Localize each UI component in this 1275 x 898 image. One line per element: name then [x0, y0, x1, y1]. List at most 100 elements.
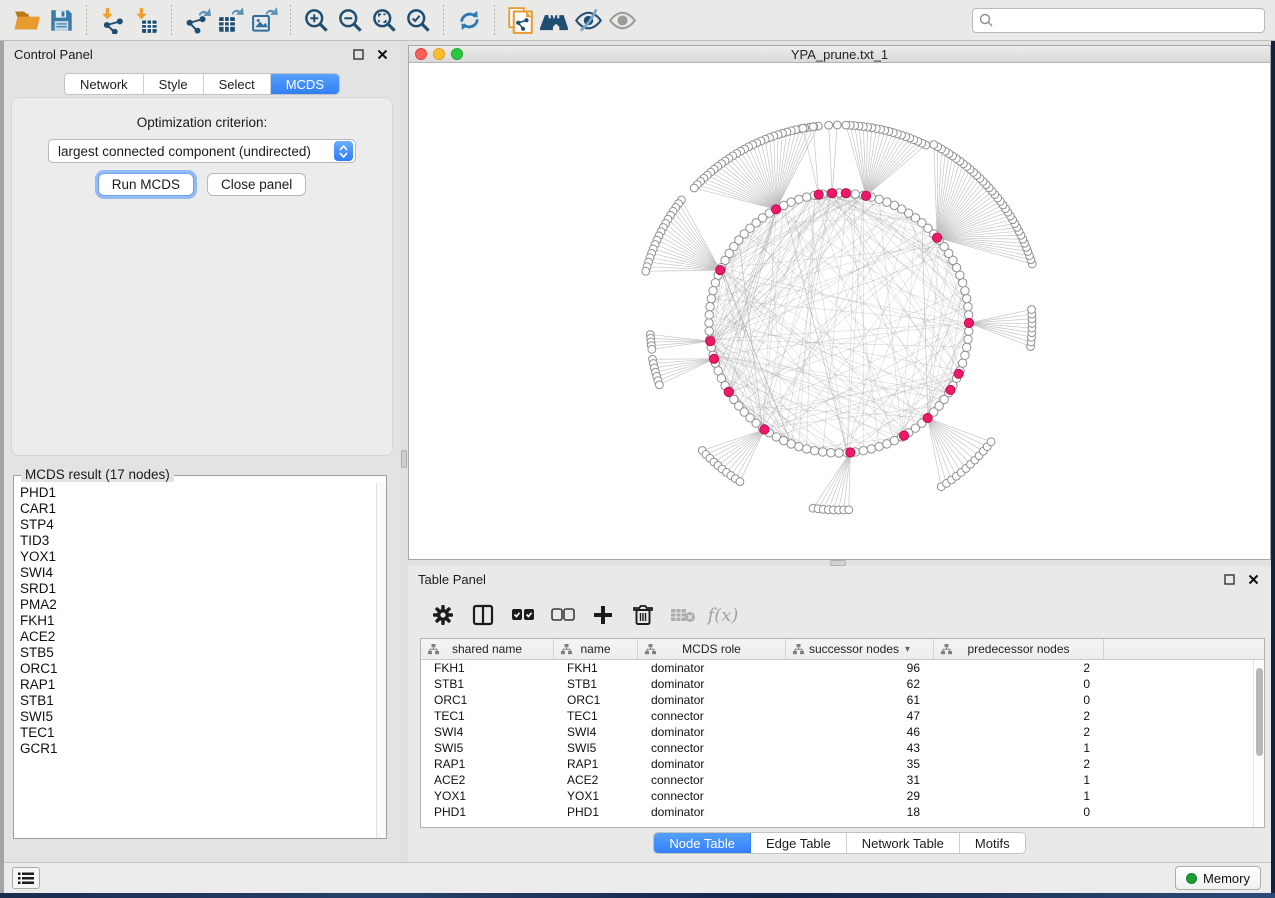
columns-icon[interactable]: [470, 602, 496, 628]
task-history-button[interactable]: [12, 867, 40, 889]
show-graphics-details-icon[interactable]: [605, 4, 639, 36]
cell-predecessor_nodes[interactable]: 1: [934, 740, 1104, 756]
cell-successor_nodes[interactable]: 61: [786, 692, 934, 708]
cell-name[interactable]: ORC1: [554, 692, 638, 708]
export-network-icon[interactable]: [180, 4, 214, 36]
mcds-result-item[interactable]: YOX1: [14, 549, 376, 565]
table-row[interactable]: YOX1YOX1connector291: [421, 788, 1253, 804]
mcds-result-item[interactable]: TEC1: [14, 725, 376, 741]
mcds-result-item[interactable]: RAP1: [14, 677, 376, 693]
cell-mcds_role[interactable]: connector: [638, 740, 786, 756]
float-panel-icon[interactable]: [1221, 571, 1237, 587]
cell-predecessor_nodes[interactable]: 0: [934, 804, 1104, 820]
cell-shared_name[interactable]: FKH1: [421, 660, 554, 676]
cell-mcds_role[interactable]: dominator: [638, 724, 786, 740]
cell-shared_name[interactable]: SWI5: [421, 740, 554, 756]
cell-mcds_role[interactable]: dominator: [638, 676, 786, 692]
mcds-result-scrollbar[interactable]: [376, 483, 386, 838]
gear-icon[interactable]: [430, 602, 456, 628]
column-header-name[interactable]: name: [554, 639, 638, 659]
cell-successor_nodes[interactable]: 31: [786, 772, 934, 788]
cell-mcds_role[interactable]: dominator: [638, 804, 786, 820]
deselect-all-icon[interactable]: [550, 602, 576, 628]
tab-mcds[interactable]: MCDS: [271, 74, 339, 94]
mcds-result-item[interactable]: PMA2: [14, 597, 376, 613]
cell-mcds_role[interactable]: connector: [638, 788, 786, 804]
cell-mcds_role[interactable]: connector: [638, 772, 786, 788]
cell-successor_nodes[interactable]: 62: [786, 676, 934, 692]
table-row[interactable]: SWI4SWI4dominator462: [421, 724, 1253, 740]
cell-predecessor_nodes[interactable]: 0: [934, 692, 1104, 708]
zoom-fit-icon[interactable]: [367, 4, 401, 36]
cell-name[interactable]: SWI5: [554, 740, 638, 756]
cell-mcds_role[interactable]: dominator: [638, 660, 786, 676]
vertical-splitter-handle[interactable]: [401, 450, 407, 468]
refresh-layout-icon[interactable]: [452, 4, 486, 36]
cell-name[interactable]: YOX1: [554, 788, 638, 804]
table-scrollbar[interactable]: [1253, 660, 1264, 827]
save-session-icon[interactable]: [44, 4, 78, 36]
add-column-icon[interactable]: [590, 602, 616, 628]
tab-select[interactable]: Select: [204, 74, 271, 94]
cell-name[interactable]: STB1: [554, 676, 638, 692]
cell-predecessor_nodes[interactable]: 2: [934, 724, 1104, 740]
column-header-shared-name[interactable]: shared name: [421, 639, 554, 659]
mcds-result-item[interactable]: CAR1: [14, 501, 376, 517]
open-session-icon[interactable]: [10, 4, 44, 36]
tab-network[interactable]: Network: [65, 74, 144, 94]
mcds-result-item[interactable]: ORC1: [14, 661, 376, 677]
mcds-result-item[interactable]: TID3: [14, 533, 376, 549]
cell-shared_name[interactable]: STB1: [421, 676, 554, 692]
cell-name[interactable]: TEC1: [554, 708, 638, 724]
mcds-result-item[interactable]: SWI4: [14, 565, 376, 581]
cell-predecessor_nodes[interactable]: 0: [934, 676, 1104, 692]
export-table-icon[interactable]: [214, 4, 248, 36]
zoom-in-icon[interactable]: [299, 4, 333, 36]
table-row[interactable]: FKH1FKH1dominator962: [421, 660, 1253, 676]
cell-successor_nodes[interactable]: 18: [786, 804, 934, 820]
run-mcds-button[interactable]: Run MCDS: [98, 173, 194, 196]
cell-shared_name[interactable]: SWI4: [421, 724, 554, 740]
mcds-result-item[interactable]: STB1: [14, 693, 376, 709]
cell-successor_nodes[interactable]: 47: [786, 708, 934, 724]
zoom-out-icon[interactable]: [333, 4, 367, 36]
column-header-predecessor-nodes[interactable]: predecessor nodes: [934, 639, 1104, 659]
close-panel-button[interactable]: Close panel: [207, 173, 306, 196]
criterion-dropdown[interactable]: largest connected component (undirected): [48, 139, 356, 163]
close-panel-icon[interactable]: [374, 46, 390, 62]
cell-shared_name[interactable]: ORC1: [421, 692, 554, 708]
cell-shared_name[interactable]: PHD1: [421, 804, 554, 820]
column-header-successor-nodes[interactable]: successor nodes▾: [786, 639, 934, 659]
binoculars-icon[interactable]: [537, 4, 571, 36]
cell-successor_nodes[interactable]: 46: [786, 724, 934, 740]
close-panel-icon[interactable]: [1245, 571, 1261, 587]
cell-mcds_role[interactable]: dominator: [638, 756, 786, 772]
tab-motifs[interactable]: Motifs: [960, 833, 1025, 853]
cell-predecessor_nodes[interactable]: 2: [934, 708, 1104, 724]
float-panel-icon[interactable]: [350, 46, 366, 62]
mcds-result-item[interactable]: STP4: [14, 517, 376, 533]
cell-predecessor_nodes[interactable]: 2: [934, 660, 1104, 676]
table-row[interactable]: TEC1TEC1connector472: [421, 708, 1253, 724]
search-field[interactable]: [972, 8, 1265, 33]
table-row[interactable]: STB1STB1dominator620: [421, 676, 1253, 692]
network-canvas[interactable]: [409, 63, 1270, 559]
cell-name[interactable]: FKH1: [554, 660, 638, 676]
cell-shared_name[interactable]: YOX1: [421, 788, 554, 804]
tab-style[interactable]: Style: [144, 74, 204, 94]
tab-edge-table[interactable]: Edge Table: [751, 833, 847, 853]
vertical-splitter[interactable]: [400, 41, 408, 862]
search-input[interactable]: [972, 8, 1265, 33]
cell-successor_nodes[interactable]: 43: [786, 740, 934, 756]
cell-shared_name[interactable]: TEC1: [421, 708, 554, 724]
export-image-icon[interactable]: [248, 4, 282, 36]
mcds-result-item[interactable]: PHD1: [14, 485, 376, 501]
cell-shared_name[interactable]: ACE2: [421, 772, 554, 788]
cell-name[interactable]: SWI4: [554, 724, 638, 740]
table-row[interactable]: ORC1ORC1dominator610: [421, 692, 1253, 708]
mcds-result-item[interactable]: ACE2: [14, 629, 376, 645]
cell-predecessor_nodes[interactable]: 2: [934, 756, 1104, 772]
mcds-result-list[interactable]: PHD1CAR1STP4TID3YOX1SWI4SRD1PMA2FKH1ACE2…: [14, 483, 376, 838]
mcds-result-item[interactable]: FKH1: [14, 613, 376, 629]
table-row[interactable]: PHD1PHD1dominator180: [421, 804, 1253, 820]
